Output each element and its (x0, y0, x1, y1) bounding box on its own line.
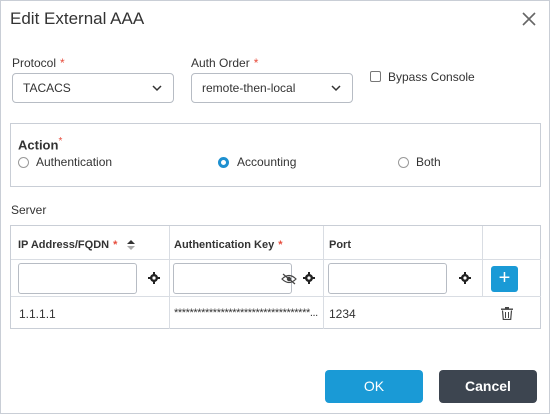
row-divider (11, 296, 541, 297)
ip-address-header[interactable]: IP Address/FQDN * (18, 239, 117, 251)
server-port-cell: 1234 (329, 307, 356, 321)
both-label: Both (416, 155, 441, 169)
chevron-down-icon (331, 85, 341, 92)
authentication-radio[interactable] (18, 157, 29, 168)
auth-order-select[interactable]: remote-then-local (191, 73, 353, 103)
auth-order-value: remote-then-local (202, 81, 296, 95)
sort-icon[interactable] (127, 240, 135, 250)
gear-icon[interactable] (459, 272, 471, 284)
eye-slash-icon[interactable] (281, 273, 297, 285)
accounting-radio[interactable] (218, 157, 229, 168)
cancel-button[interactable]: Cancel (439, 370, 537, 403)
server-key-cell: ***********************************... (174, 307, 318, 319)
server-label: Server (11, 203, 47, 217)
gear-icon[interactable] (303, 272, 315, 284)
ok-button[interactable]: OK (325, 370, 423, 403)
edit-external-aaa-dialog: Edit External AAA Protocol * TACACS Auth … (0, 0, 550, 414)
protocol-select[interactable]: TACACS (12, 73, 174, 103)
column-divider (323, 226, 324, 329)
chevron-down-icon (152, 85, 162, 92)
column-divider (482, 226, 483, 296)
dialog-title: Edit External AAA (10, 9, 145, 28)
trash-icon[interactable] (501, 307, 513, 320)
server-ip-cell: 1.1.1.1 (19, 307, 56, 321)
close-icon[interactable] (519, 9, 539, 29)
action-section: Action* Authentication Accounting Both (10, 123, 541, 187)
auth-key-header: Authentication Key * (174, 239, 283, 251)
add-server-button[interactable]: + (491, 266, 518, 292)
gear-icon[interactable] (148, 272, 160, 284)
bypass-console-checkbox[interactable] (370, 71, 381, 82)
protocol-value: TACACS (23, 81, 71, 95)
protocol-label: Protocol * (12, 56, 65, 70)
ip-address-input[interactable] (18, 263, 137, 294)
port-header: Port (329, 239, 351, 251)
accounting-label: Accounting (237, 155, 297, 169)
authentication-label: Authentication (36, 155, 113, 169)
server-table: IP Address/FQDN * Authentication Key * Por… (10, 225, 541, 329)
auth-key-input[interactable] (173, 263, 292, 294)
port-input[interactable] (328, 263, 447, 294)
action-title: Action* (18, 136, 63, 153)
bypass-console-label: Bypass Console (388, 70, 475, 84)
both-radio[interactable] (398, 157, 409, 168)
row-divider (11, 259, 541, 260)
auth-order-label: Auth Order * (191, 56, 259, 70)
column-divider (169, 226, 170, 329)
